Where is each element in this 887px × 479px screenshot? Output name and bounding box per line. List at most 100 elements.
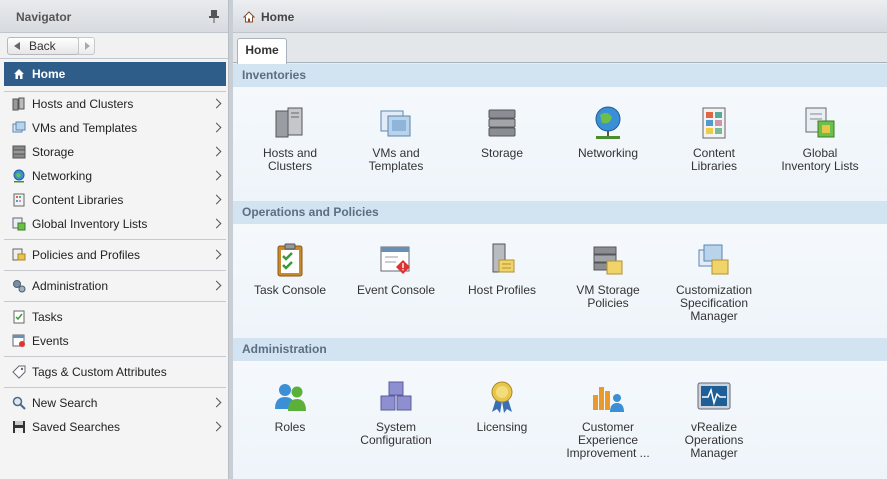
forward-button[interactable]	[78, 37, 95, 55]
tile-label: Networking	[577, 146, 639, 160]
hosts-clusters-icon	[275, 107, 303, 138]
sidebar-item-label: Hosts and Clusters	[32, 97, 134, 111]
chevron-right-icon	[211, 218, 222, 229]
tile-label: Templates	[368, 159, 424, 173]
navigator-header: Navigator	[0, 0, 228, 33]
tile-event-console[interactable]: Event Console	[343, 242, 449, 297]
tile-networking[interactable]: Networking	[555, 105, 661, 160]
sidebar-item-label: VMs and Templates	[32, 121, 138, 135]
ceip-icon	[593, 387, 624, 412]
section-header-administration: Administration	[233, 338, 887, 361]
sidebar-item-label: Events	[32, 334, 69, 348]
customization-spec-icon	[698, 244, 729, 275]
sidebar-item-content-libraries[interactable]: Content Libraries	[4, 189, 226, 211]
tile-label: Libraries	[690, 159, 738, 173]
sidebar-item-new-search[interactable]: New Search	[4, 392, 226, 414]
tile-content-libraries[interactable]: Content Libraries	[661, 105, 767, 173]
divider	[4, 356, 226, 357]
section-inventories: Hosts and Clusters VMs and Templates Stora…	[233, 87, 887, 201]
sidebar-item-tasks[interactable]: Tasks	[4, 306, 226, 328]
content-libraries-icon	[13, 193, 25, 207]
sidebar-item-label: Content Libraries	[32, 193, 124, 207]
tile-vms-and-templates[interactable]: VMs and Templates	[343, 105, 449, 173]
events-icon	[12, 334, 25, 347]
storage-icon	[488, 109, 516, 137]
chevron-right-icon	[211, 249, 222, 260]
main-header: Home	[233, 0, 887, 33]
section-administration: Roles System Configuration Licensing Cust…	[233, 361, 887, 479]
content-libraries-icon	[702, 107, 726, 139]
sidebar-item-saved-searches[interactable]: Saved Searches	[4, 416, 226, 438]
tile-label: Clusters	[267, 159, 312, 173]
tile-vrealize-operations-manager[interactable]: vRealize Operations Manager	[661, 379, 767, 460]
tile-vm-storage-policies[interactable]: VM Storage Policies	[555, 242, 661, 310]
section-operations-and-policies: Task Console Event Console Host Profiles…	[233, 224, 887, 338]
sidebar-item-global-inventory-lists[interactable]: Global Inventory Lists	[4, 213, 226, 235]
sidebar-item-label: Home	[32, 67, 66, 81]
licensing-icon	[491, 381, 513, 413]
sidebar-item-label: Tasks	[32, 310, 63, 324]
chevron-right-icon	[211, 146, 222, 157]
tile-global-inventory-lists[interactable]: Global Inventory Lists	[767, 105, 873, 173]
pin-icon[interactable]	[208, 9, 220, 23]
tile-roles[interactable]: Roles	[237, 379, 343, 434]
back-button[interactable]: Back	[7, 37, 79, 55]
sidebar-item-label: Tags & Custom Attributes	[32, 365, 167, 379]
home-icon	[14, 69, 24, 79]
sidebar-item-networking[interactable]: Networking	[4, 165, 226, 187]
home-icon	[243, 11, 255, 23]
tile-label: Task Console	[253, 283, 327, 297]
vrealize-operations-icon	[697, 382, 731, 410]
sidebar-item-administration[interactable]: Administration	[4, 275, 226, 297]
global-inventory-icon	[805, 107, 835, 138]
networking-icon	[595, 106, 621, 139]
roles-icon	[275, 384, 306, 411]
tile-label: Manager	[690, 446, 738, 460]
sidebar-item-label: New Search	[32, 396, 98, 410]
tile-task-console[interactable]: Task Console	[237, 242, 343, 297]
hosts-clusters-icon	[12, 97, 25, 111]
tile-hosts-and-clusters[interactable]: Hosts and Clusters	[237, 105, 343, 173]
navigator-title: Navigator	[16, 10, 72, 24]
tasks-icon	[13, 310, 25, 324]
save-icon	[13, 421, 25, 433]
tile-label: Inventory Lists	[781, 159, 859, 173]
tile-label: Policies	[587, 296, 629, 310]
tile-system-configuration[interactable]: System Configuration	[343, 379, 449, 447]
sidebar-item-tags-custom-attributes[interactable]: Tags & Custom Attributes	[4, 361, 226, 383]
tile-label: Manager	[690, 309, 738, 323]
page-title: Home	[261, 10, 295, 24]
chevron-right-icon	[211, 194, 222, 205]
history-bar: Back	[0, 33, 228, 59]
sidebar-item-label: Administration	[32, 279, 109, 293]
section-header-inventories: Inventories	[233, 64, 887, 87]
tile-label: Licensing	[476, 420, 528, 434]
tab-home[interactable]: Home	[237, 38, 287, 64]
vms-templates-icon	[380, 110, 411, 137]
sidebar-item-events[interactable]: Events	[4, 330, 226, 352]
sidebar-item-label: Global Inventory Lists	[32, 217, 148, 231]
tile-customization-specification-manager[interactable]: Customization Specification Manager	[661, 242, 767, 323]
networking-icon	[13, 169, 25, 183]
tag-icon	[12, 365, 26, 379]
gears-icon	[13, 280, 26, 293]
storage-icon	[12, 145, 26, 159]
sidebar-item-policies-and-profiles[interactable]: Policies and Profiles	[4, 244, 226, 266]
tile-licensing[interactable]: Licensing	[449, 379, 555, 434]
divider	[4, 239, 226, 240]
tile-storage[interactable]: Storage	[449, 105, 555, 160]
sidebar-item-home[interactable]: Home	[4, 62, 226, 86]
sidebar-item-vms-and-templates[interactable]: VMs and Templates	[4, 117, 226, 139]
home-panel: Home Home Inventories Hosts and Clusters …	[233, 0, 887, 479]
divider	[4, 301, 226, 302]
sidebar-item-hosts-and-clusters[interactable]: Hosts and Clusters	[4, 93, 226, 115]
chevron-right-icon	[211, 98, 222, 109]
tile-customer-experience-improvement[interactable]: Customer Experience Improvement ...	[555, 379, 661, 460]
tile-host-profiles[interactable]: Host Profiles	[449, 242, 555, 297]
vm-storage-policies-icon	[593, 246, 623, 275]
global-inventory-icon	[12, 217, 26, 231]
policies-profiles-icon	[12, 248, 26, 261]
event-console-icon	[380, 246, 410, 274]
sidebar-item-storage[interactable]: Storage	[4, 141, 226, 163]
sidebar-item-label: Saved Searches	[32, 420, 121, 434]
